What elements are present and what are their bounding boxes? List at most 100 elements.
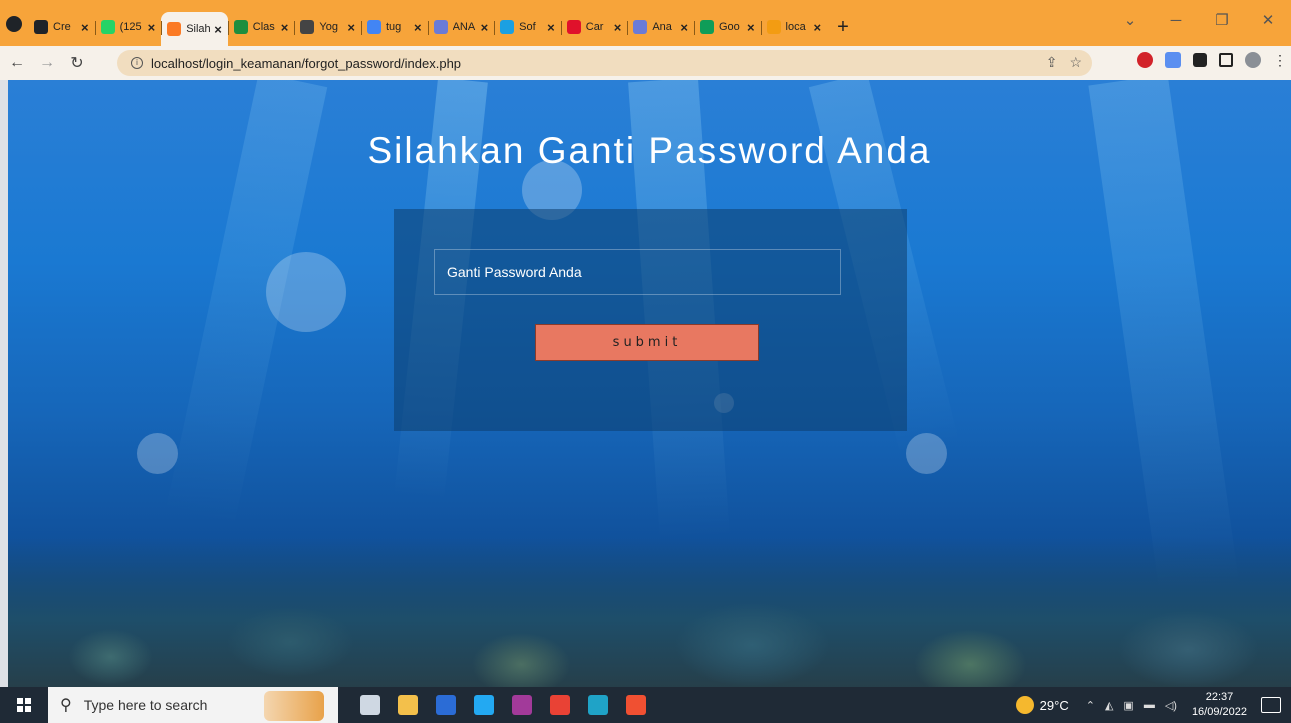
phpmyadmin-icon xyxy=(766,20,781,34)
start-button[interactable] xyxy=(0,687,48,723)
side-panel-icon[interactable] xyxy=(1219,53,1233,67)
weather-icon[interactable] xyxy=(1015,696,1034,714)
edge-icon[interactable] xyxy=(588,695,608,715)
site-info-icon[interactable]: i xyxy=(131,57,143,69)
extensions-area: ⋮ xyxy=(1137,52,1287,68)
opera-extension-icon[interactable] xyxy=(1137,52,1153,68)
tab-close-icon[interactable]: × xyxy=(814,20,822,35)
tab-title: ANA xyxy=(452,21,476,33)
tab-close-icon[interactable]: × xyxy=(81,20,89,35)
tab-list: Cre × (125 × Silah × Clas × Yog × tug × ANA × Sof × Car ×… xyxy=(28,12,849,46)
close-button[interactable]: ✕ xyxy=(1245,10,1291,32)
tab-title: loca xyxy=(785,21,806,33)
tab-title: Yog xyxy=(319,21,338,33)
browser-tab[interactable]: tug × xyxy=(360,12,428,42)
git-icon[interactable] xyxy=(626,695,646,715)
browser-tab[interactable]: Cre × xyxy=(28,12,95,42)
browser-tab[interactable]: loca × xyxy=(760,12,828,42)
tab-close-icon[interactable]: × xyxy=(214,22,222,37)
temperature[interactable]: 29°C xyxy=(1040,698,1069,713)
web-page: Silahkan Ganti Password Anda submit xyxy=(8,80,1291,687)
browser-tab[interactable]: Silah × xyxy=(161,12,228,46)
puzzle-icon[interactable] xyxy=(1193,53,1207,67)
tab-title: Ana xyxy=(652,21,672,33)
search-placeholder: Type here to search xyxy=(83,697,208,713)
menu-kebab-icon[interactable]: ⋮ xyxy=(1273,52,1287,68)
bubble xyxy=(266,252,346,332)
taskbar: ⚲ Type here to search 29°C ⌃ ◭ ▣ ▬ ◁) 22… xyxy=(0,687,1291,723)
network-icon[interactable]: ◭ xyxy=(1105,699,1113,712)
forward-icon[interactable]: → xyxy=(34,54,60,72)
avatar[interactable] xyxy=(1245,52,1261,68)
software-icon xyxy=(500,20,515,34)
tab-title: tug xyxy=(385,21,402,33)
sheets-icon xyxy=(699,20,714,34)
translate-extension-icon[interactable] xyxy=(1165,52,1181,68)
back-icon[interactable]: ← xyxy=(4,54,30,72)
globe-icon xyxy=(300,20,315,34)
volume-icon[interactable]: ◁) xyxy=(1165,699,1177,712)
new-password-input[interactable] xyxy=(434,249,841,295)
restore-button[interactable]: ❐ xyxy=(1199,10,1245,32)
tab-strip: Cre × (125 × Silah × Clas × Yog × tug × ANA × Sof × Car ×… xyxy=(0,0,1291,46)
bookmark-star-icon[interactable]: ☆ xyxy=(1069,54,1082,71)
browser-tab[interactable]: Goo × xyxy=(693,12,761,42)
tab-title: Sof xyxy=(519,21,536,33)
tab-title: (125 xyxy=(119,21,142,33)
pinned-apps xyxy=(360,695,646,715)
browser-tab[interactable]: (125 × xyxy=(94,12,162,42)
browser-tab[interactable]: Yog × xyxy=(294,12,361,42)
tab-close-icon[interactable]: × xyxy=(614,20,622,35)
analytics-icon xyxy=(433,20,448,34)
clock-date: 16/09/2022 xyxy=(1191,706,1247,718)
browser-tab[interactable]: Ana × xyxy=(627,12,694,42)
tab-close-icon[interactable]: × xyxy=(747,20,755,35)
tab-title: Car xyxy=(585,21,604,33)
search-highlight-image xyxy=(264,691,324,721)
tab-search-icon[interactable]: ⌄ xyxy=(1107,10,1153,32)
winrar-icon[interactable] xyxy=(512,695,532,715)
system-tray: 29°C ⌃ ◭ ▣ ▬ ◁) 22:37 16/09/2022 xyxy=(1015,687,1291,723)
github-icon xyxy=(34,20,48,34)
notification-icon[interactable] xyxy=(1261,697,1281,713)
browser-tab[interactable]: Car × xyxy=(560,12,628,42)
taskbar-search[interactable]: ⚲ Type here to search xyxy=(48,687,338,723)
tab-close-icon[interactable]: × xyxy=(547,20,555,35)
tab-close-icon[interactable]: × xyxy=(680,20,688,35)
chat-icon xyxy=(100,20,115,34)
clock-time: 22:37 xyxy=(1205,691,1234,703)
coral-reef-background xyxy=(8,537,1291,687)
word-icon[interactable] xyxy=(436,695,456,715)
tab-close-icon[interactable]: × xyxy=(148,20,156,35)
password-form-card: submit xyxy=(394,209,907,431)
address-bar[interactable]: i localhost/login_keamanan/forgot_passwo… xyxy=(117,50,1092,76)
tab-close-icon[interactable]: × xyxy=(414,20,422,35)
vscode-icon[interactable] xyxy=(474,695,494,715)
tab-close-icon[interactable]: × xyxy=(481,20,489,35)
classroom-icon xyxy=(233,20,248,34)
chrome-icon[interactable] xyxy=(550,695,570,715)
browser-tab[interactable]: Clas × xyxy=(227,12,295,42)
minimize-button[interactable]: ─ xyxy=(1153,10,1199,32)
url-text: localhost/login_keamanan/forgot_password… xyxy=(151,55,462,71)
github-icon[interactable] xyxy=(6,16,22,32)
new-tab-button[interactable]: + xyxy=(837,12,849,42)
window-controls: ⌄ ─ ❐ ✕ xyxy=(1107,10,1291,32)
analytics-icon xyxy=(633,20,648,34)
battery-icon[interactable]: ▬ xyxy=(1144,699,1155,711)
browser-tab[interactable]: Sof × xyxy=(494,12,561,42)
browser-tab[interactable]: ANA × xyxy=(427,12,495,42)
tab-title: Cre xyxy=(53,21,71,33)
task-view-icon[interactable] xyxy=(360,695,380,715)
reload-icon[interactable]: ↻ xyxy=(64,53,90,73)
tab-title: Goo xyxy=(718,21,740,33)
meet-icon[interactable]: ▣ xyxy=(1123,699,1133,712)
bubble xyxy=(137,433,178,474)
file-explorer-icon[interactable] xyxy=(398,695,418,715)
tab-close-icon[interactable]: × xyxy=(347,20,355,35)
tab-close-icon[interactable]: × xyxy=(281,20,289,35)
chevron-up-icon[interactable]: ⌃ xyxy=(1086,699,1095,712)
clock[interactable]: 22:37 16/09/2022 xyxy=(1192,690,1247,720)
submit-button[interactable]: submit xyxy=(535,324,759,361)
share-icon[interactable]: ⇪ xyxy=(1046,54,1058,71)
